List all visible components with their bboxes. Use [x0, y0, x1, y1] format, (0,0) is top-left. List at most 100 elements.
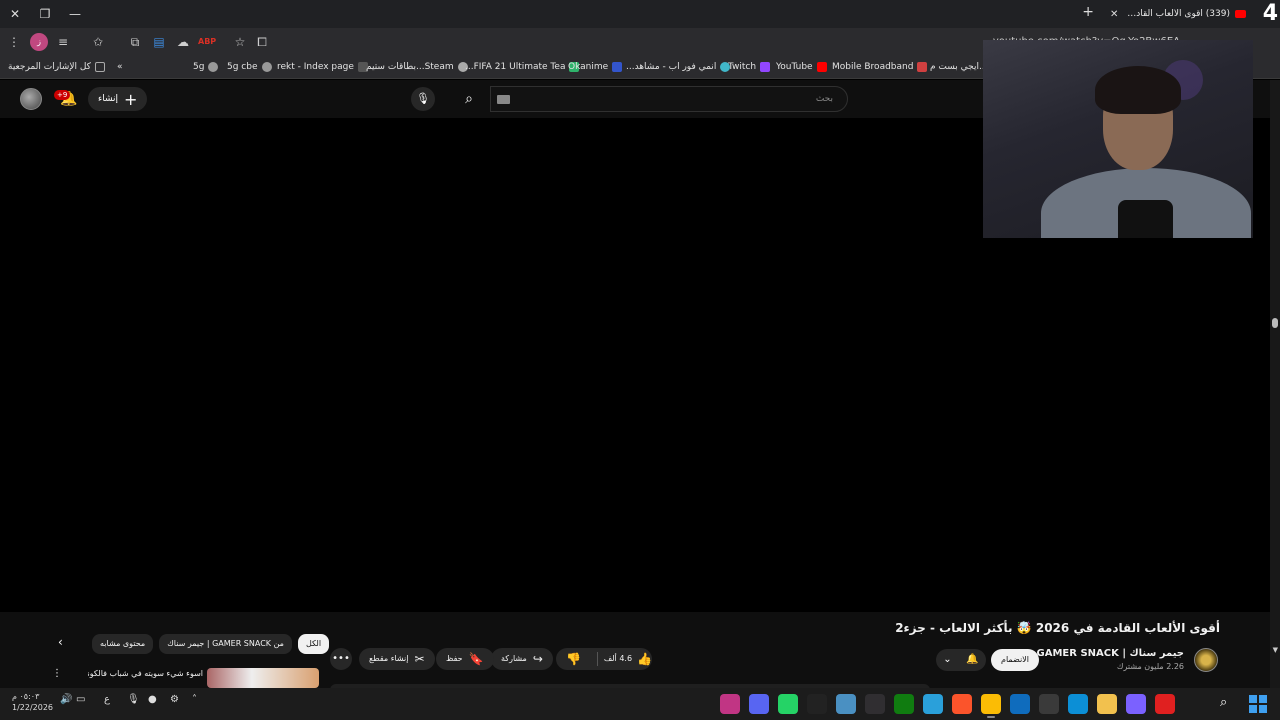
share-label: مشاركة — [501, 654, 527, 663]
explorer-app-icon[interactable] — [1097, 694, 1117, 714]
bookmark-rekt[interactable]: rekt - Index page — [277, 59, 368, 75]
restore-window-icon[interactable]: ❐ — [34, 4, 56, 24]
windows-taskbar: ٠٥:٠٣ م 1/22/2026 🔊 ▭ ع 🎙 ● ⚙ ˄ ⌕ — [0, 688, 1280, 720]
page-scrollbar[interactable]: ▼ — [1270, 80, 1280, 688]
extension-blue-icon[interactable]: ▤ — [150, 33, 168, 51]
recommended-title[interactable]: اسوء شيء سويته في شباب فالكونز .. — [88, 669, 203, 678]
bookmark-all[interactable]: كل الإشارات المرجعية — [8, 59, 105, 75]
chip-all[interactable]: الكل — [297, 634, 330, 654]
network-icon[interactable]: ▭ — [76, 694, 85, 705]
clip-button[interactable]: ✂ إنشاء مقطع — [359, 648, 435, 670]
close-tab-icon[interactable]: ✕ — [1110, 9, 1118, 20]
favorites-icon[interactable]: ✩ — [89, 33, 107, 51]
chip-from-channel[interactable]: من GAMER SNACK | جيمر سناك — [159, 634, 292, 654]
obs-app-icon[interactable] — [865, 694, 885, 714]
taskbar-search-icon[interactable]: ⌕ — [1220, 695, 1227, 710]
create-label: إنشاء — [98, 94, 119, 104]
adblock-icon[interactable]: ABP — [198, 33, 216, 51]
menu-icon[interactable]: ⋮ — [5, 33, 23, 51]
tab-count: 4 — [1262, 1, 1278, 26]
photos-app-icon[interactable] — [836, 694, 856, 714]
chevron-up-icon[interactable]: ˄ — [192, 694, 197, 705]
language-indicator[interactable]: ع — [104, 694, 110, 705]
chevron-down-icon: ⌄ — [943, 654, 952, 665]
tray-app-icon[interactable]: ● — [148, 694, 157, 705]
bookmarks-overflow-icon[interactable]: » — [117, 59, 123, 75]
channel-name[interactable]: جيمر سناك | GAMER SNACK — [1037, 648, 1184, 659]
instagram-app-icon[interactable] — [720, 694, 740, 714]
search-input[interactable]: بحث — [490, 86, 848, 112]
bell-icon: 🔔 — [966, 654, 979, 665]
capcut-app-icon[interactable] — [807, 694, 827, 714]
discord-app-icon[interactable] — [749, 694, 769, 714]
tab-youtube[interactable]: (339) أقوى الألعاب القادمة في ✕ — [1104, 3, 1252, 25]
dislike-button[interactable]: 👎 — [556, 648, 591, 670]
related-chips: الكل من GAMER SNACK | جيمر سناك محتوى مش… — [92, 634, 330, 654]
voice-search-icon[interactable]: 🎙 — [411, 87, 435, 111]
scissors-icon: ✂ — [414, 652, 425, 666]
new-tab-icon[interactable]: + — [1082, 4, 1094, 20]
bookmark-youtube[interactable]: YouTube — [776, 59, 827, 75]
share-button[interactable]: ↪ مشاركة — [491, 648, 553, 670]
brave-app-icon[interactable] — [952, 694, 972, 714]
youtube-icon — [1235, 10, 1246, 18]
bookmark-label: انمي فور اب - مشاهد... — [626, 62, 717, 72]
bookmark-steam-cards[interactable]: Steam...بطاقات ستيم — [366, 59, 468, 75]
minimize-window-icon[interactable]: — — [64, 4, 86, 24]
tab-title: (339) أقوى الألعاب القادمة في — [1123, 9, 1230, 19]
plus-icon: + — [124, 89, 138, 109]
extension-cloud-icon[interactable]: ☁ — [174, 33, 192, 51]
telegram-app-icon[interactable] — [923, 694, 943, 714]
windows-start-icon[interactable] — [1249, 695, 1267, 713]
install-app-icon[interactable]: ⧠ — [253, 33, 271, 51]
copilot-app-icon[interactable] — [1126, 694, 1146, 714]
mic-icon[interactable]: 🎙 — [127, 694, 140, 705]
bookmark-fifa[interactable]: FIFA 21 Ultimate Tea... — [465, 59, 580, 75]
outlook-app-icon[interactable] — [1010, 694, 1030, 714]
bookmark-label: Steam...بطاقات ستيم — [366, 62, 454, 72]
channel-avatar[interactable] — [1194, 648, 1218, 672]
bookmark-star-icon[interactable]: ☆ — [231, 33, 249, 51]
whatsapp-app-icon[interactable] — [778, 694, 798, 714]
scroll-down-icon[interactable]: ▼ — [1273, 646, 1278, 654]
chip-similar[interactable]: محتوى مشابه — [92, 634, 154, 654]
create-button[interactable]: + إنشاء — [88, 87, 148, 111]
extensions-icon[interactable]: ⧉ — [126, 33, 144, 51]
tab-list-icon[interactable]: ≡ — [54, 33, 72, 51]
save-button[interactable]: 🔖 حفظ — [436, 648, 494, 670]
edge-app-icon[interactable] — [1068, 694, 1088, 714]
bookmark-label: 5g — [193, 62, 205, 72]
bookmark-mobile-broadband[interactable]: Mobile Broadband — [832, 59, 928, 75]
profile-icon[interactable]: ز — [30, 33, 48, 51]
keyboard-icon[interactable] — [497, 95, 510, 104]
clock-time: ٠٥:٠٣ م — [12, 692, 40, 701]
subscription-bell-button[interactable]: ⌄ 🔔 — [936, 649, 986, 671]
store-app-icon[interactable] — [1039, 694, 1059, 714]
globe-icon — [208, 62, 219, 72]
more-actions-button[interactable]: ••• — [330, 648, 352, 670]
close-window-icon[interactable]: ✕ — [4, 4, 26, 24]
taskbar-clock[interactable]: ٠٥:٠٣ م 1/22/2026 — [12, 691, 53, 713]
broadband-icon — [917, 62, 928, 72]
bookmark-5g-cbe[interactable]: 5g cbe — [227, 59, 272, 75]
twitch-icon — [760, 62, 771, 72]
xbox-app-icon[interactable] — [894, 694, 914, 714]
bookmark-label: FIFA 21 Ultimate Tea... — [465, 62, 566, 72]
scrollbar-thumb[interactable] — [1272, 318, 1278, 328]
recommended-thumbnail[interactable] — [207, 668, 319, 688]
tray-settings-icon[interactable]: ⚙ — [170, 694, 179, 705]
chrome-app-icon[interactable] — [981, 694, 1001, 718]
adobe-app-icon[interactable] — [1155, 694, 1175, 714]
chevron-left-icon[interactable]: ‹ — [58, 635, 63, 649]
like-button[interactable]: 👍 4.6 ألف — [604, 648, 652, 670]
account-avatar[interactable] — [20, 88, 42, 110]
bookmark-twitch[interactable]: Twitch — [728, 59, 771, 75]
join-button[interactable]: الانضمام — [991, 649, 1039, 671]
volume-icon[interactable]: 🔊 — [60, 694, 72, 705]
bookmark-5g[interactable]: 5g — [193, 59, 219, 75]
search-icon[interactable]: ⌕ — [448, 86, 490, 112]
more-vertical-icon[interactable]: ⋮ — [52, 668, 62, 679]
bookmark-okanime[interactable]: Okanime — [568, 59, 623, 75]
bookmark-label: كل الإشارات المرجعية — [8, 62, 91, 72]
bookmark-anime4up[interactable]: انمي فور اب - مشاهد... — [626, 59, 731, 75]
